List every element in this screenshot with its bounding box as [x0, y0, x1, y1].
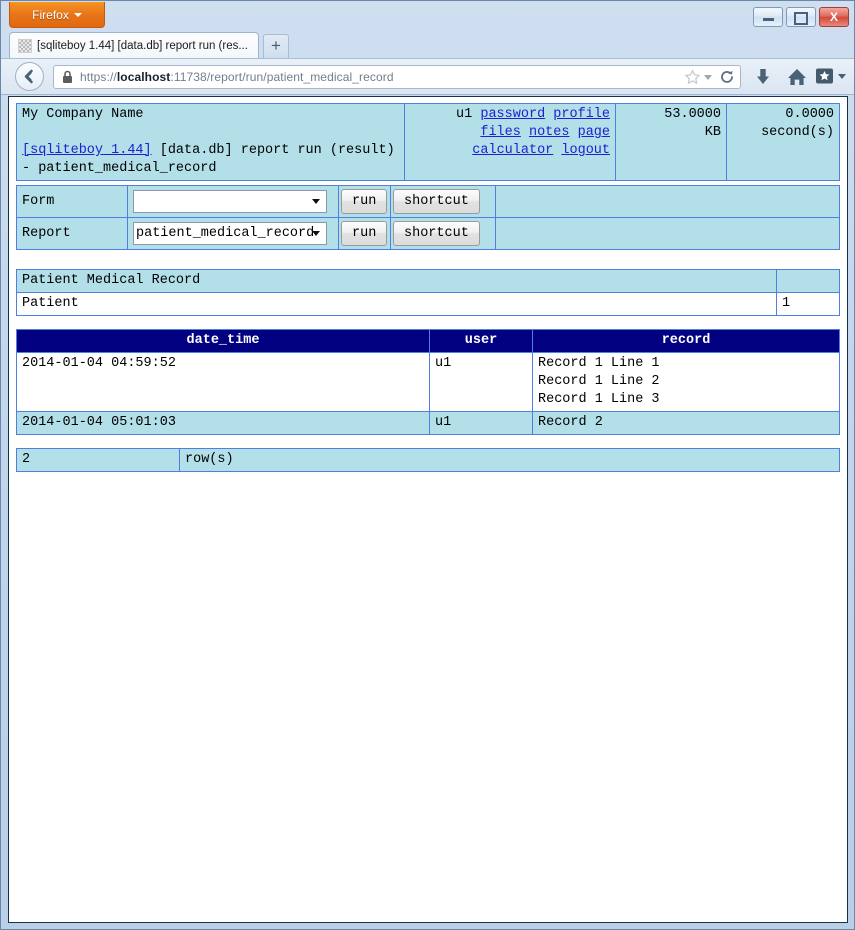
exec-time-unit: second(s)	[761, 125, 834, 140]
chevron-down-icon	[838, 73, 846, 79]
report-params-title-row: Patient Medical Record	[16, 269, 840, 293]
form-run-button[interactable]: run	[341, 189, 388, 214]
cell-date-time: 2014-01-04 04:59:52	[16, 352, 430, 412]
db-size-value: 53.0000	[664, 107, 721, 122]
app-header-row: My Company Name [sqliteboy 1.44] [data.d…	[16, 103, 840, 181]
bookmarks-button[interactable]	[815, 67, 846, 85]
favicon-icon	[18, 38, 32, 53]
firefox-menu-label: Firefox	[32, 8, 69, 22]
row-count-label: row(s)	[179, 448, 840, 472]
lock-icon	[63, 70, 72, 83]
sqliteboy-version-link[interactable]: [sqliteboy 1.44]	[22, 143, 152, 158]
chevron-down-icon	[73, 13, 82, 17]
row-count-value: 2	[16, 448, 180, 472]
exec-time-value: 0.0000	[785, 107, 834, 122]
report-select-cell: patient_medical_record	[127, 217, 339, 250]
user-links-cell: u1 password profile files notes page cal…	[404, 103, 616, 181]
form-control-row: Form run shortcut	[16, 185, 840, 218]
report-select[interactable]: patient_medical_record	[133, 222, 327, 245]
minimize-icon	[754, 8, 782, 26]
current-user: u1	[456, 107, 473, 122]
report-row-filler	[495, 217, 840, 250]
minimize-button[interactable]	[753, 7, 783, 27]
report-run-button[interactable]: run	[341, 221, 388, 246]
form-shortcut-cell: shortcut	[390, 185, 496, 218]
page-viewport: My Company Name [sqliteboy 1.44] [data.d…	[8, 96, 848, 923]
cell-date-time: 2014-01-04 05:01:03	[16, 411, 430, 435]
cell-record: Record 2	[532, 411, 840, 435]
company-name: My Company Name	[22, 107, 144, 122]
tab-strip: [sqliteboy 1.44] [data.db] report run (r…	[1, 31, 854, 58]
form-select-cell	[127, 185, 339, 218]
url-text: https://localhost:11738/report/run/patie…	[80, 70, 394, 84]
plus-icon: +	[271, 36, 281, 55]
form-select[interactable]	[133, 190, 327, 213]
db-size-unit: KB	[704, 125, 721, 140]
form-label: Form	[16, 185, 128, 218]
report-param-row: Patient 1	[16, 292, 840, 316]
new-tab-button[interactable]: +	[263, 34, 289, 58]
controls-table: Form run shortcut Report patient_medical…	[16, 185, 840, 250]
browser-window: Firefox X [sqliteboy 1.44] [data.db] rep…	[0, 0, 855, 930]
url-bar[interactable]: https://localhost:11738/report/run/patie…	[53, 65, 741, 89]
cell-user: u1	[429, 352, 533, 412]
report-param-value: 1	[776, 292, 840, 316]
reload-icon[interactable]	[719, 69, 735, 85]
link-password[interactable]: password	[480, 107, 545, 122]
report-params-table: Patient Medical Record Patient 1	[16, 269, 840, 316]
app-header-table: My Company Name [sqliteboy 1.44] [data.d…	[16, 103, 840, 181]
table-row: 2014-01-04 04:59:52 u1 Record 1 Line 1 R…	[16, 352, 840, 412]
bookmarks-icon	[816, 68, 833, 84]
cell-user: u1	[429, 411, 533, 435]
close-icon: X	[829, 10, 838, 24]
report-label: Report	[16, 217, 128, 250]
navigation-toolbar: https://localhost:11738/report/run/patie…	[1, 58, 854, 95]
link-profile[interactable]: profile	[553, 107, 610, 122]
form-run-cell: run	[338, 185, 391, 218]
table-row: 2014-01-04 05:01:03 u1 Record 2	[16, 411, 840, 435]
link-files[interactable]: files	[480, 125, 521, 140]
tab-sqliteboy-report[interactable]: [sqliteboy 1.44] [data.db] report run (r…	[9, 32, 259, 58]
app-title-cell: My Company Name [sqliteboy 1.44] [data.d…	[16, 103, 405, 181]
tab-title: [sqliteboy 1.44] [data.db] report run (r…	[37, 39, 248, 52]
report-params-title: Patient Medical Record	[16, 269, 777, 293]
report-params-title-extra	[776, 269, 840, 293]
column-header-record[interactable]: record	[532, 329, 840, 353]
column-header-date-time[interactable]: date_time	[16, 329, 430, 353]
form-row-filler	[495, 185, 840, 218]
row-count-table: 2 row(s)	[16, 448, 840, 472]
row-count-row: 2 row(s)	[16, 448, 840, 472]
firefox-menu-button[interactable]: Firefox	[9, 2, 105, 28]
report-shortcut-cell: shortcut	[390, 217, 496, 250]
link-page[interactable]: page	[578, 125, 610, 140]
link-notes[interactable]: notes	[529, 125, 570, 140]
home-icon[interactable]	[786, 67, 808, 87]
report-param-name: Patient	[16, 292, 777, 316]
link-logout[interactable]: logout	[561, 143, 610, 158]
title-bar: Firefox X	[1, 1, 854, 31]
cell-record: Record 1 Line 1 Record 1 Line 2 Record 1…	[532, 352, 840, 412]
result-header-row: date_time user record	[16, 329, 840, 353]
form-shortcut-button[interactable]: shortcut	[393, 189, 480, 214]
report-control-row: Report patient_medical_record run shortc…	[16, 217, 840, 250]
report-shortcut-button[interactable]: shortcut	[393, 221, 480, 246]
star-icon[interactable]	[684, 69, 701, 86]
back-arrow-icon	[24, 69, 33, 84]
report-run-cell: run	[338, 217, 391, 250]
download-icon[interactable]	[754, 67, 772, 87]
column-header-user[interactable]: user	[429, 329, 533, 353]
back-button[interactable]	[15, 62, 44, 91]
result-table: date_time user record 2014-01-04 04:59:5…	[16, 329, 840, 435]
maximize-button[interactable]	[786, 7, 816, 27]
maximize-icon	[787, 8, 815, 26]
exec-time-cell: 0.0000 second(s)	[726, 103, 840, 181]
star-dropdown-icon[interactable]	[704, 74, 712, 80]
link-calculator[interactable]: calculator	[472, 143, 553, 158]
urlbar-actions	[684, 69, 740, 86]
close-button[interactable]: X	[819, 7, 849, 27]
db-size-cell: 53.0000 KB	[615, 103, 727, 181]
